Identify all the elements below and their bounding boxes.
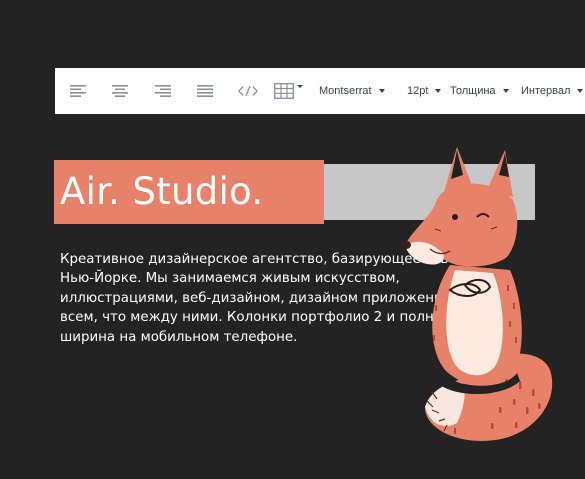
editor-canvas: Montserrat 12pt Толщина Интервал Air. St… [0,0,585,479]
chevron-down-icon [502,89,509,93]
align-justify-button[interactable] [196,68,214,114]
page-title: Air. Studio. [60,170,264,213]
chevron-down-icon [297,84,303,88]
align-right-button[interactable] [154,68,172,114]
chevron-down-icon [577,89,584,93]
chevron-down-icon [435,89,442,93]
line-spacing-value: Интервал [521,85,571,97]
code-button[interactable] [237,68,259,114]
code-icon [238,85,258,97]
font-weight-value: Толщина [450,85,496,97]
formatting-toolbar: Montserrat 12pt Толщина Интервал [55,68,585,114]
align-left-icon [70,85,86,97]
table-dropdown[interactable] [274,68,306,114]
table-icon [274,83,294,99]
title-block[interactable]: Air. Studio. [54,160,324,224]
chevron-down-icon [378,89,385,93]
font-weight-select[interactable]: Толщина [450,68,509,114]
font-family-value: Montserrat [319,85,372,97]
align-justify-icon [197,85,213,97]
align-right-icon [155,85,171,97]
font-size-value: 12pt [407,85,429,97]
align-center-icon [112,85,128,97]
line-spacing-select[interactable]: Интервал [521,68,584,114]
align-center-button[interactable] [111,68,129,114]
align-left-button[interactable] [69,68,87,114]
fox-mascot-illustration [401,147,553,441]
font-family-select[interactable]: Montserrat [319,68,385,114]
font-size-select[interactable]: 12pt [407,68,442,114]
